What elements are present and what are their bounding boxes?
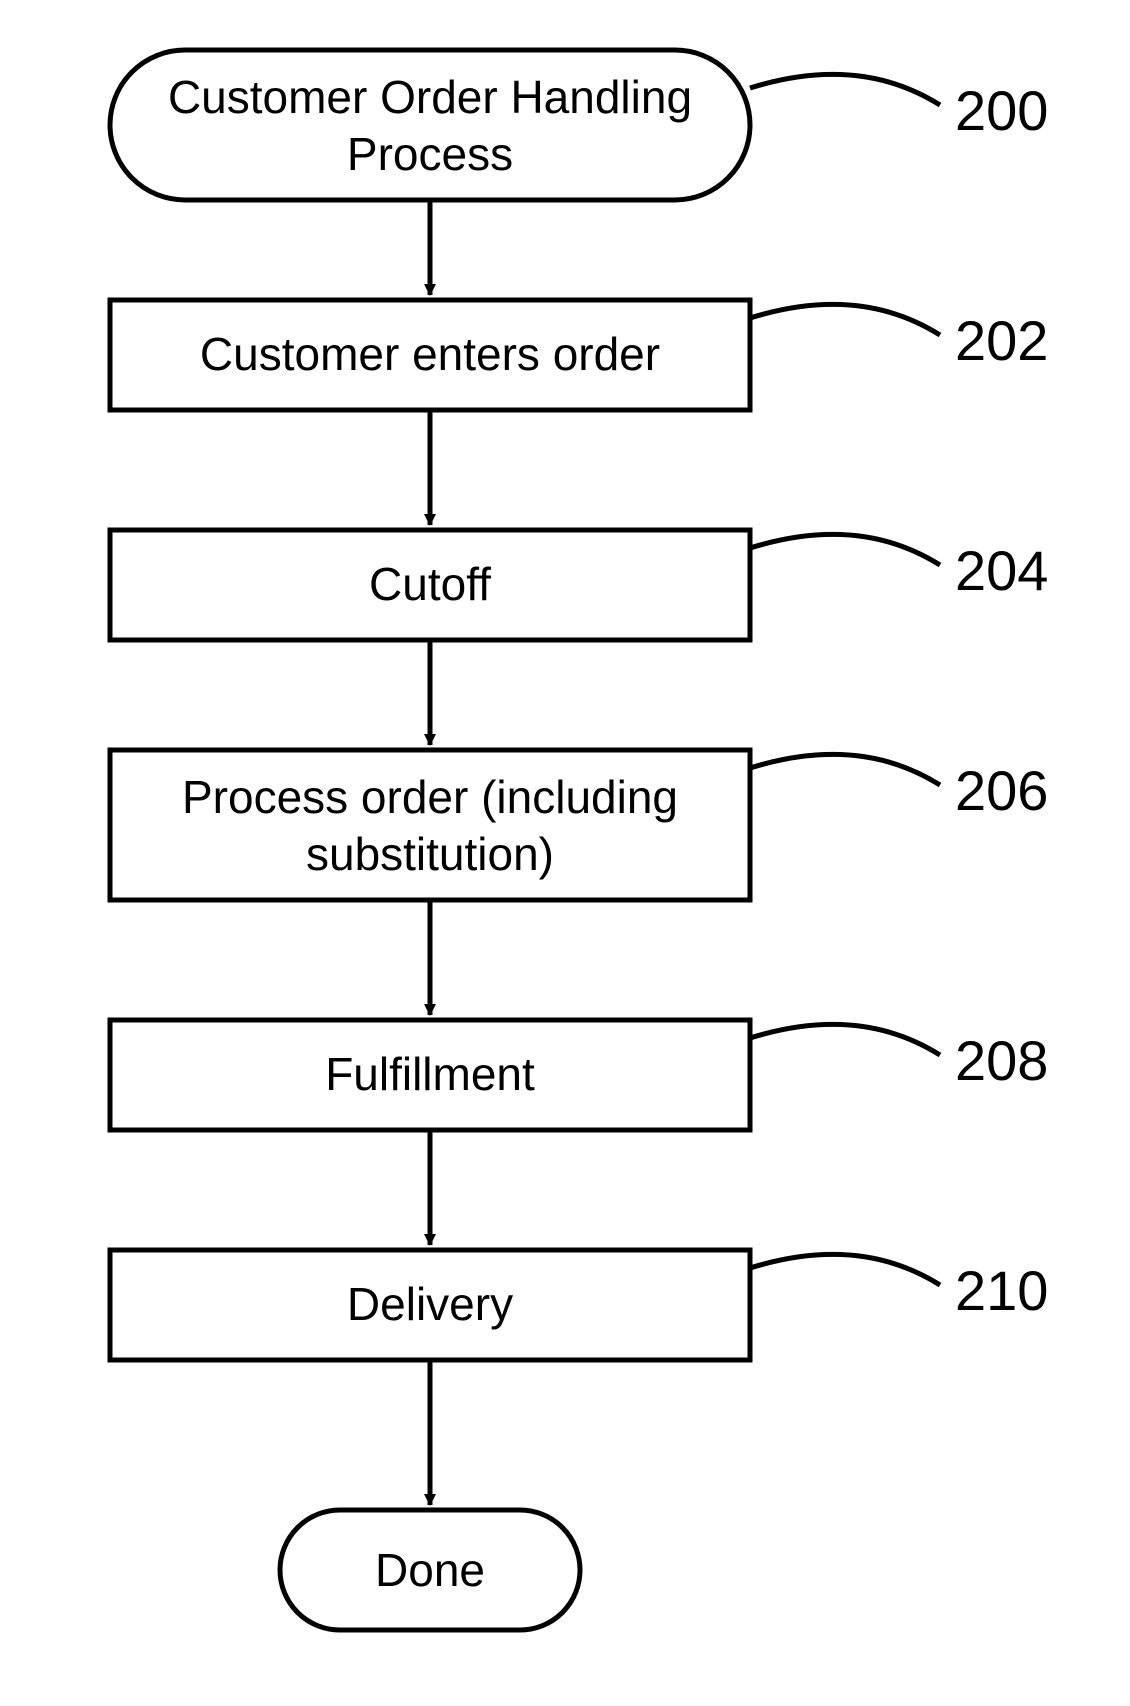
node-delivery-text: Delivery [347, 1278, 513, 1330]
node-cutoff: Cutoff 204 [110, 530, 1048, 640]
node-start-line2: Process [347, 128, 513, 180]
leader-200 [750, 74, 940, 105]
label-206: 206 [955, 759, 1048, 822]
label-200: 200 [955, 79, 1048, 142]
node-start-line1: Customer Order Handling [168, 71, 692, 123]
leader-206 [750, 754, 940, 785]
node-fulfillment-text: Fulfillment [325, 1048, 535, 1100]
label-208: 208 [955, 1029, 1048, 1092]
leader-210 [750, 1254, 940, 1285]
label-204: 204 [955, 539, 1048, 602]
node-process-line1: Process order (including [182, 771, 678, 823]
node-enter-order-text: Customer enters order [200, 328, 660, 380]
leader-208 [750, 1024, 940, 1055]
node-done: Done [280, 1510, 580, 1630]
node-fulfillment: Fulfillment 208 [110, 1020, 1048, 1130]
node-process-order: Process order (including substitution) 2… [110, 750, 1048, 900]
flowchart-diagram: Customer Order Handling Process 200 Cust… [0, 0, 1130, 1706]
node-cutoff-text: Cutoff [369, 558, 491, 610]
label-202: 202 [955, 309, 1048, 372]
leader-204 [750, 534, 940, 565]
node-enter-order: Customer enters order 202 [110, 300, 1048, 410]
node-start: Customer Order Handling Process 200 [110, 50, 1048, 200]
label-210: 210 [955, 1259, 1048, 1322]
leader-202 [750, 304, 940, 335]
node-process-line2: substitution) [306, 828, 554, 880]
node-done-text: Done [375, 1544, 485, 1596]
node-delivery: Delivery 210 [110, 1250, 1048, 1360]
